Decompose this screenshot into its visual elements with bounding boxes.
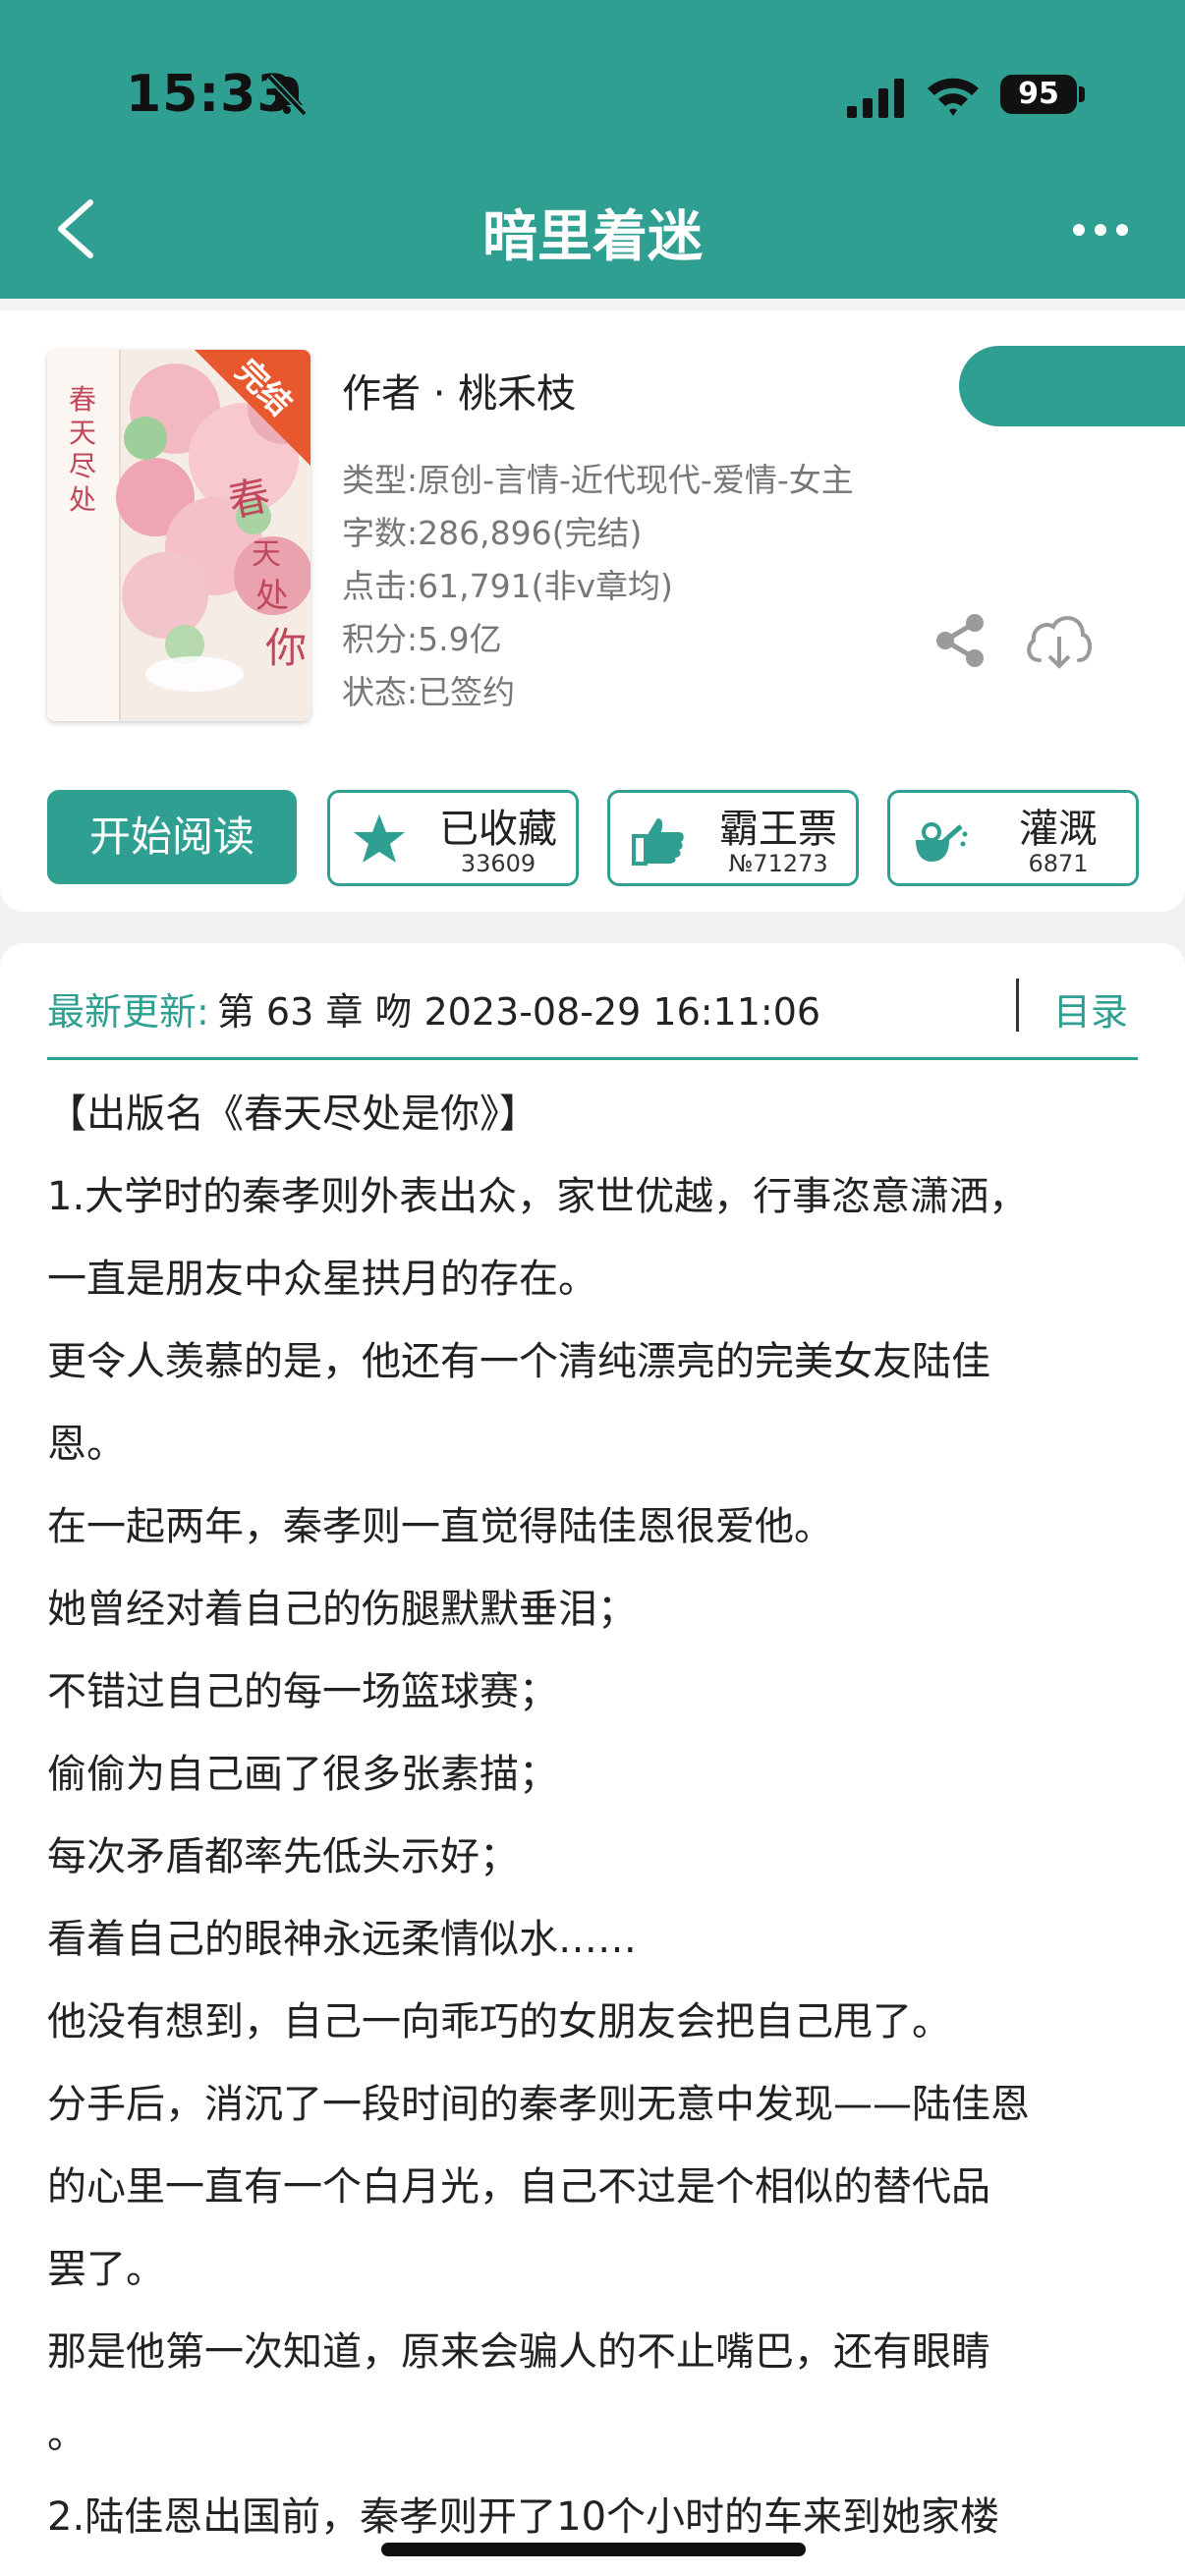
update-underline xyxy=(47,1057,1138,1060)
meta-status: 状态:已签约 xyxy=(342,673,516,711)
app-bar: 15:33 95 暗里着迷 xyxy=(0,0,1185,295)
collect-count: 33609 xyxy=(460,850,536,877)
page-title: 暗里着迷 xyxy=(482,205,703,269)
latest-update-text: 第 63 章 吻 2023-08-29 16:11:06 xyxy=(216,990,821,1034)
svg-text:春: 春 xyxy=(69,383,96,416)
svg-text:天: 天 xyxy=(69,417,96,449)
description-line: 每次矛盾都率先低头示好； xyxy=(47,1834,519,1879)
description-line: 偷偷为自己画了很多张素描； xyxy=(47,1752,558,1797)
section-gap xyxy=(0,299,1185,310)
share-icon[interactable] xyxy=(931,611,990,670)
latest-update-label: 最新更新: xyxy=(47,990,209,1034)
book-author[interactable]: 作者 · 桃禾枝 xyxy=(342,362,576,419)
water-label: 灌溉 xyxy=(1019,807,1098,852)
description-line: 1.大学时的秦孝则外表出众，家世优越，行事恣意潇洒， xyxy=(47,1174,1029,1219)
book-description: 【出版名《春天尽处是你》】 1.大学时的秦孝则外表出众，家世优越，行事恣意潇洒，… xyxy=(47,1073,1148,2558)
svg-text:你: 你 xyxy=(265,624,307,672)
home-indicator[interactable] xyxy=(381,2543,806,2556)
vote-button[interactable]: 霸王票 №71273 xyxy=(607,790,859,886)
collect-button[interactable]: 已收藏 33609 xyxy=(327,790,579,886)
update-separator xyxy=(1016,979,1019,1032)
table-of-contents-link[interactable]: 目录 xyxy=(1053,973,1128,1051)
fan-group-pill[interactable] xyxy=(959,346,1185,426)
start-reading-button[interactable]: 开始阅读 xyxy=(47,790,297,884)
content-card: 最新更新: 第 63 章 吻 2023-08-29 16:11:06 目录 【出版… xyxy=(0,943,1185,2576)
download-cloud-icon[interactable] xyxy=(1022,607,1097,674)
bell-muted-icon xyxy=(266,74,308,117)
star-icon xyxy=(354,814,405,863)
meta-clicks: 点击:61,791(非v章均) xyxy=(342,567,673,605)
svg-text:处: 处 xyxy=(69,483,96,516)
description-line: 那是他第一次知道，原来会骗人的不止嘴巴，还有眼睛 xyxy=(47,2329,990,2375)
description-line: 不错过自己的每一场篮球赛； xyxy=(47,1669,558,1714)
description-line: 在一起两年，秦孝则一直觉得陆佳恩很爱他。 xyxy=(47,1504,833,1549)
description-line: 恩。 xyxy=(47,1422,126,1467)
description-line: 他没有想到，自己一向乖巧的女朋友会把自己甩了。 xyxy=(47,1999,951,2044)
more-options-icon[interactable] xyxy=(1071,220,1130,240)
cell-signal-icon xyxy=(847,79,904,118)
description-line: 【出版名《春天尽处是你》】 xyxy=(47,1092,538,1137)
meta-genre: 类型:原创-言情-近代现代-爱情-女主 xyxy=(342,461,854,499)
water-button[interactable]: 灌溉 6871 xyxy=(887,790,1139,886)
status-bar: 15:33 95 xyxy=(0,59,1185,128)
battery-tip xyxy=(1079,86,1085,102)
meta-score: 积分:5.9亿 xyxy=(342,620,502,658)
description-line: 的心里一直有一个白月光，自己不过是个相似的替代品 xyxy=(47,2164,990,2210)
vote-label: 霸王票 xyxy=(719,807,837,852)
description-line: 她曾经对着自己的伤腿默默垂泪； xyxy=(47,1587,637,1632)
svg-text:天: 天 xyxy=(252,537,281,572)
water-count: 6871 xyxy=(1028,850,1089,877)
vote-count: №71273 xyxy=(728,850,828,877)
watering-can-icon xyxy=(916,822,968,862)
book-cover[interactable]: 春 天 处 你 春 天 尽 处 完结 xyxy=(47,350,310,721)
meta-word-count: 字数:286,896(完结) xyxy=(342,514,643,552)
book-meta: 类型:原创-言情-近代现代-爱情-女主 字数:286,896(完结) 点击:61… xyxy=(342,454,854,719)
svg-text:处: 处 xyxy=(255,577,289,616)
description-line: 罢了。 xyxy=(47,2247,165,2292)
description-line: 一直是朋友中众星拱月的存在。 xyxy=(47,1257,597,1302)
description-line: 看着自己的眼神永远柔情似水…… xyxy=(47,1917,637,1962)
wifi-icon xyxy=(928,78,979,116)
collect-label: 已收藏 xyxy=(439,807,557,852)
battery-indicator: 95 xyxy=(1000,75,1077,114)
svg-text:尽: 尽 xyxy=(69,450,96,482)
description-line: 分手后，消沉了一段时间的秦孝则无意中发现——陆佳恩 xyxy=(47,2082,1030,2127)
latest-update-row[interactable]: 最新更新: 第 63 章 吻 2023-08-29 16:11:06 xyxy=(47,973,1138,1051)
description-line: 更令人羡慕的是，他还有一个清纯漂亮的完美女友陆佳 xyxy=(47,1339,990,1384)
thumbs-up-icon xyxy=(632,818,684,866)
description-line: 。 xyxy=(47,2412,86,2457)
book-info-card: 春 天 处 你 春 天 尽 处 完结 作者 · 桃禾枝 类型:原创-言情-近代现… xyxy=(0,310,1185,912)
